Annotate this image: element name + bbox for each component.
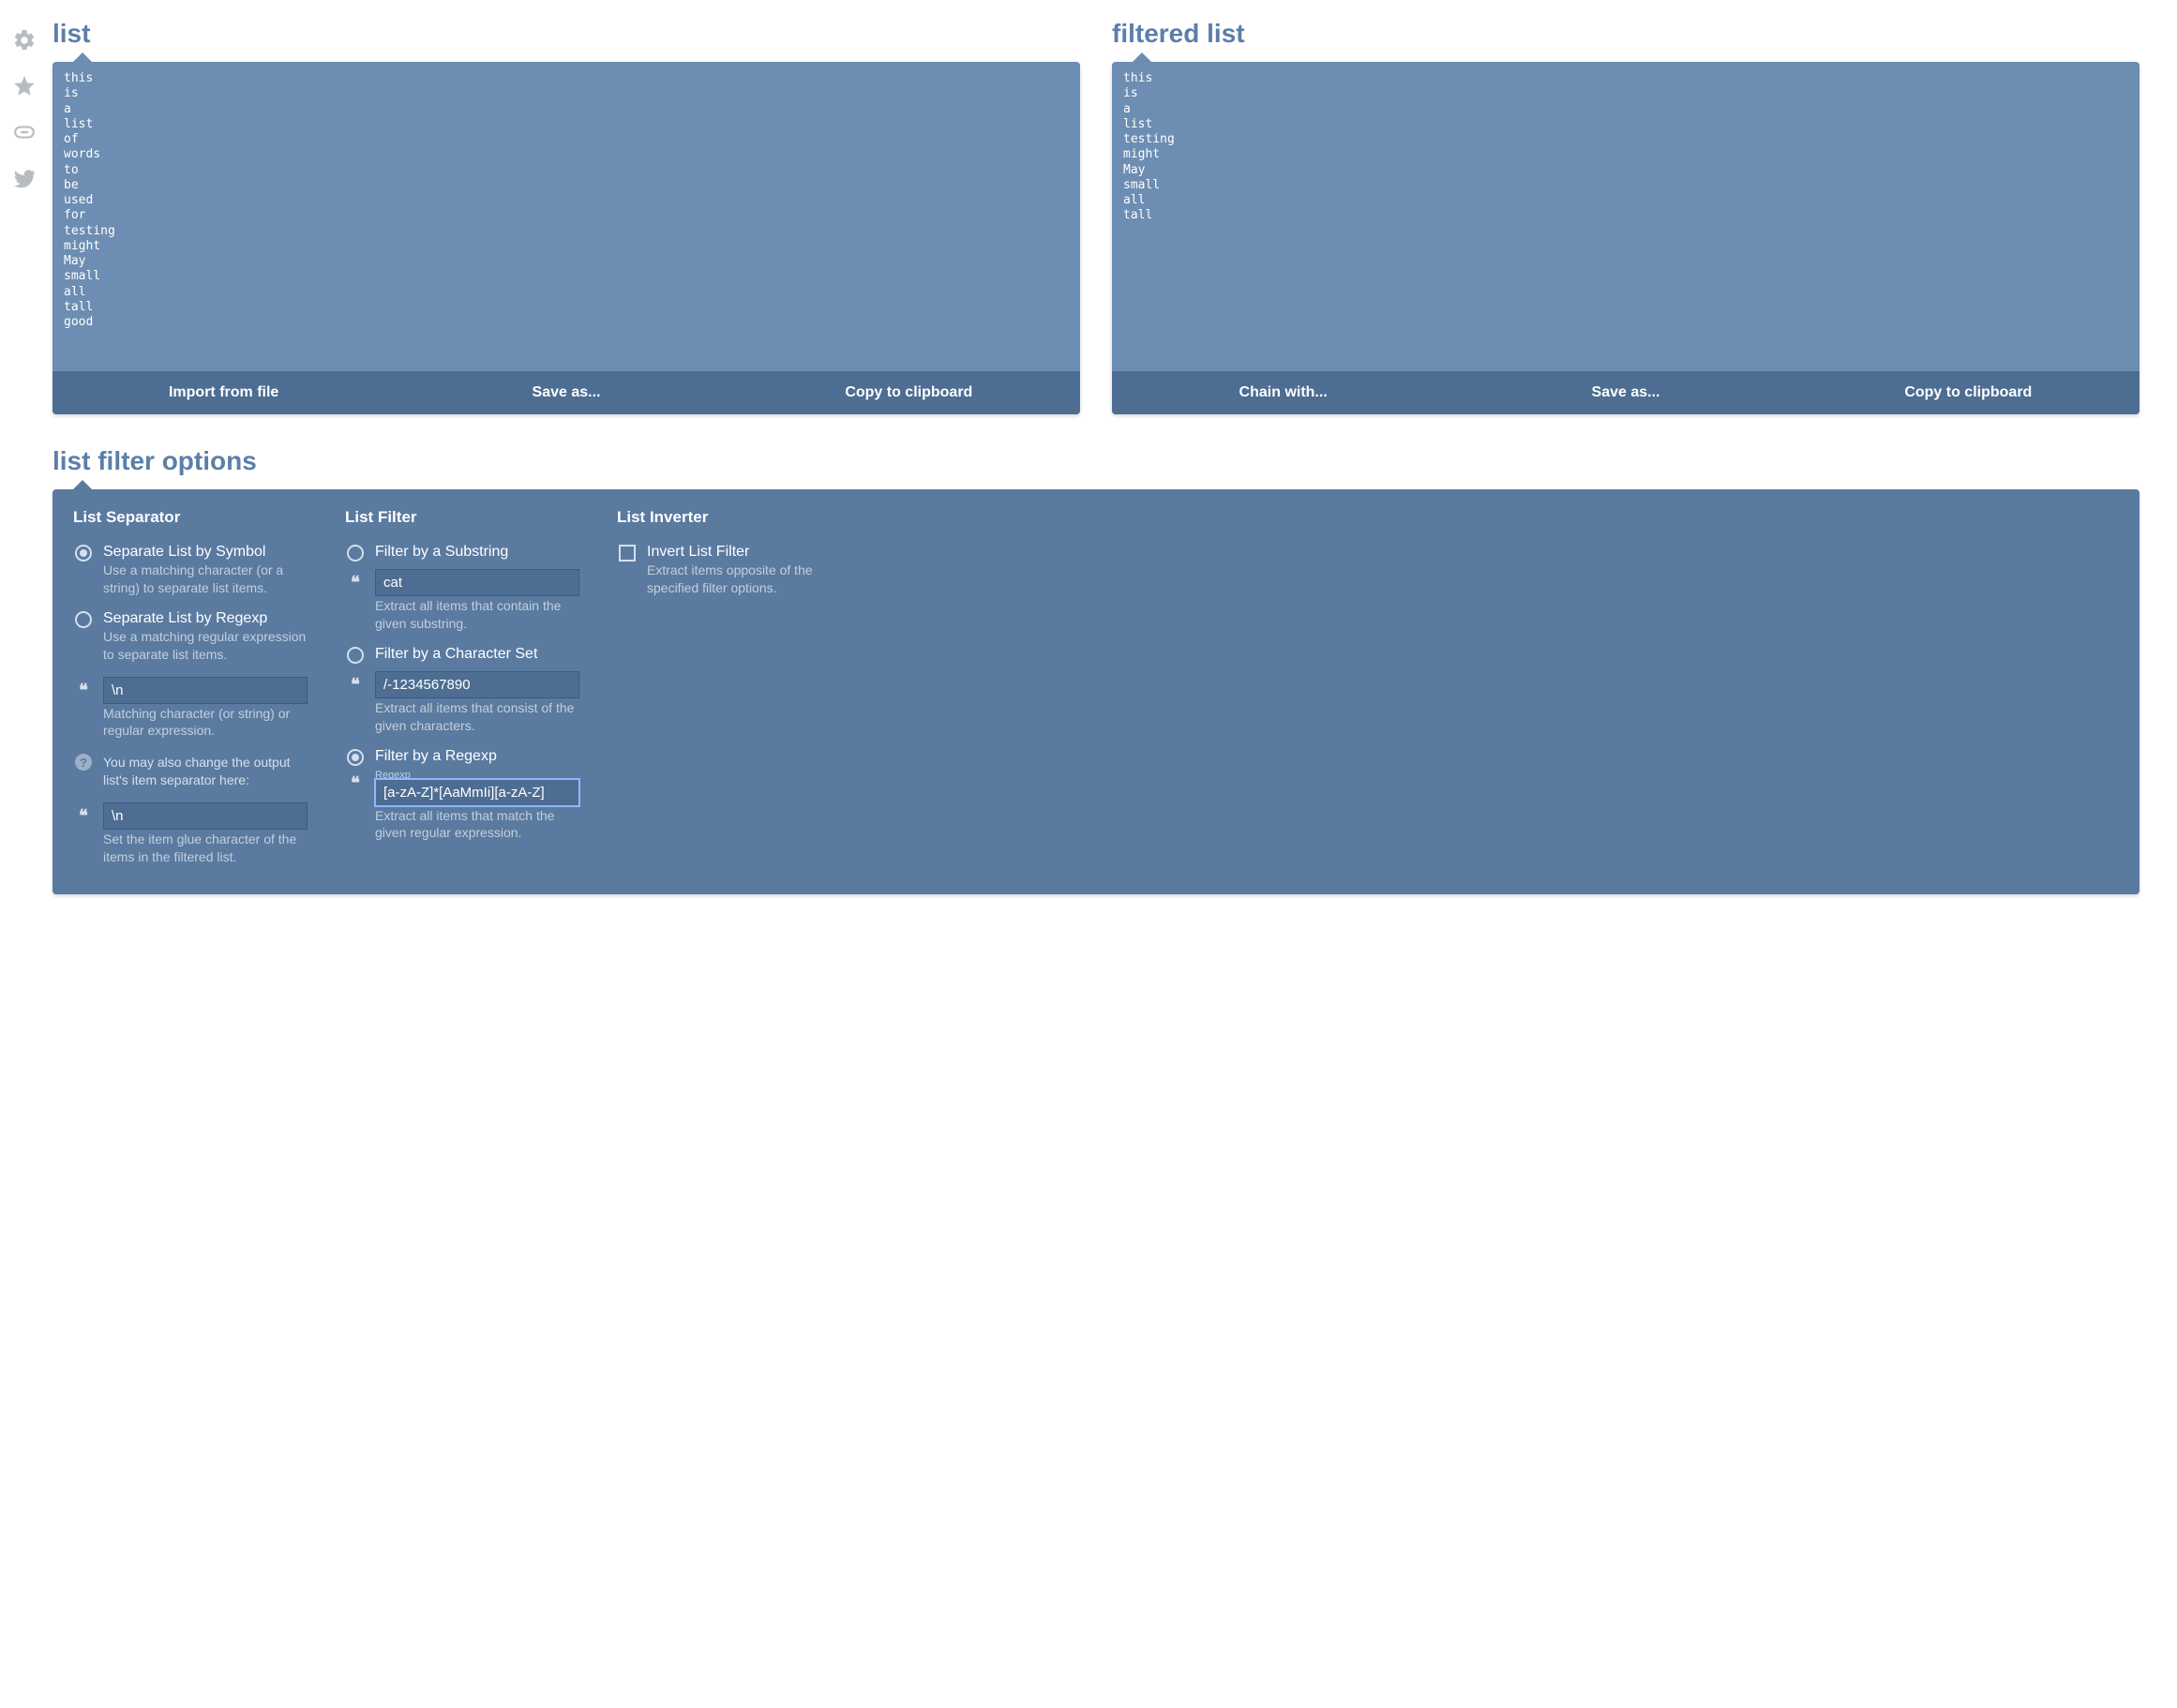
separator-match-desc: Matching character (or string) or regula…: [103, 705, 308, 741]
options-title: list filter options: [53, 446, 2139, 476]
output-separator-note: You may also change the output list's it…: [103, 754, 308, 789]
filter-regexp-input[interactable]: [375, 779, 579, 806]
separate-by-symbol-desc: Use a matching character (or a string) t…: [103, 562, 308, 597]
invert-filter-desc: Extract items opposite of the specified …: [647, 562, 851, 597]
separate-by-regexp-desc: Use a matching regular expression to sep…: [103, 628, 308, 664]
input-panel: list this is a list of words to be used …: [53, 19, 1080, 414]
list-inverter-heading: List Inverter: [617, 508, 851, 527]
twitter-icon[interactable]: [12, 166, 37, 195]
filter-regexp-label[interactable]: Filter by a Regexp: [375, 748, 579, 765]
separate-by-regexp-radio[interactable]: [75, 611, 92, 628]
output-panel-title: filtered list: [1112, 19, 2139, 49]
quote-icon: ❝: [79, 678, 88, 698]
quote-icon: ❝: [351, 771, 360, 791]
output-panel: filtered list this is a list testing mig…: [1112, 19, 2139, 414]
separator-glue-desc: Set the item glue character of the items…: [103, 831, 308, 866]
filter-substring-input[interactable]: [375, 569, 579, 596]
filter-substring-label[interactable]: Filter by a Substring: [375, 544, 579, 561]
save-as-button[interactable]: Save as...: [395, 371, 737, 414]
filter-charset-desc: Extract all items that consist of the gi…: [375, 699, 579, 735]
filter-substring-radio[interactable]: [347, 545, 364, 562]
separator-match-input[interactable]: [103, 677, 308, 704]
panel-notch: [1133, 52, 1151, 62]
filter-charset-radio[interactable]: [347, 647, 364, 664]
list-filter-column: List Filter Filter by a Substring ❝ Extr…: [345, 508, 579, 866]
filter-regexp-radio[interactable]: [347, 749, 364, 766]
list-inverter-column: List Inverter Invert List Filter Extract…: [617, 508, 851, 866]
panel-notch: [73, 480, 92, 489]
input-textarea[interactable]: this is a list of words to be used for t…: [53, 62, 1080, 371]
side-toolbar: [9, 19, 39, 195]
list-separator-heading: List Separator: [73, 508, 308, 527]
filter-charset-input[interactable]: [375, 671, 579, 698]
invert-filter-label[interactable]: Invert List Filter: [647, 544, 851, 561]
list-separator-column: List Separator Separate List by Symbol U…: [73, 508, 308, 866]
separate-by-symbol-label[interactable]: Separate List by Symbol: [103, 544, 308, 561]
filter-charset-label[interactable]: Filter by a Character Set: [375, 646, 579, 663]
input-panel-title: list: [53, 19, 1080, 49]
help-icon[interactable]: ?: [75, 754, 92, 771]
separator-glue-input[interactable]: [103, 802, 308, 830]
filter-regexp-desc: Extract all items that match the given r…: [375, 807, 579, 843]
link-icon[interactable]: [12, 120, 37, 149]
quote-icon: ❝: [351, 570, 360, 591]
copy-to-clipboard-button[interactable]: Copy to clipboard: [738, 371, 1080, 414]
star-icon[interactable]: [12, 74, 37, 103]
quote-icon: ❝: [79, 803, 88, 824]
filter-substring-desc: Extract all items that contain the given…: [375, 597, 579, 633]
import-from-file-button[interactable]: Import from file: [53, 371, 395, 414]
copy-to-clipboard-button[interactable]: Copy to clipboard: [1797, 371, 2139, 414]
save-as-button[interactable]: Save as...: [1454, 371, 1796, 414]
quote-icon: ❝: [351, 672, 360, 693]
list-filter-heading: List Filter: [345, 508, 579, 527]
chain-with-button[interactable]: Chain with...: [1112, 371, 1454, 414]
output-textarea[interactable]: this is a list testing might May small a…: [1112, 62, 2139, 371]
options-card: List Separator Separate List by Symbol U…: [53, 489, 2139, 894]
gear-icon[interactable]: [12, 28, 37, 57]
invert-filter-checkbox[interactable]: [619, 545, 636, 562]
panel-notch: [73, 52, 92, 62]
separate-by-symbol-radio[interactable]: [75, 545, 92, 562]
separate-by-regexp-label[interactable]: Separate List by Regexp: [103, 610, 308, 627]
